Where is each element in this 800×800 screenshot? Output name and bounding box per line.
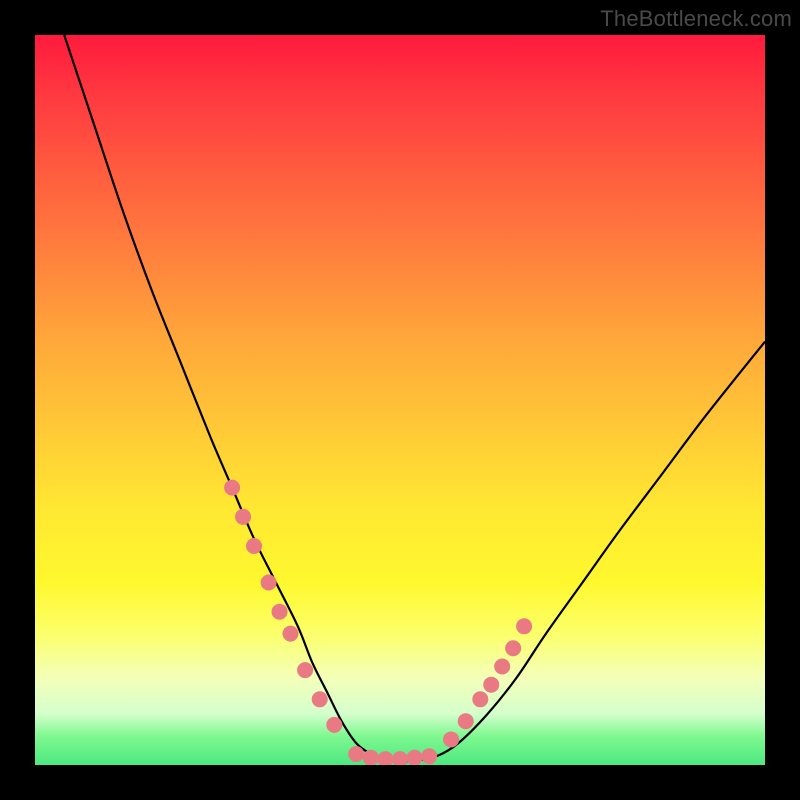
marker-dot [421,748,437,764]
marker-dot [516,618,532,634]
marker-dot [312,691,328,707]
bottleneck-curve [64,35,765,761]
marker-dot [458,713,474,729]
marker-dot [326,717,342,733]
marker-dot [505,640,521,656]
marker-dot [472,691,488,707]
marker-group [224,480,532,765]
marker-dot [297,662,313,678]
marker-dot [377,751,393,765]
marker-dot [483,677,499,693]
marker-dot [363,750,379,765]
marker-dot [246,538,262,554]
marker-dot [407,750,423,765]
chart-svg [35,35,765,765]
marker-dot [494,658,510,674]
watermark-text: TheBottleneck.com [600,6,792,32]
marker-dot [235,509,251,525]
chart-container: TheBottleneck.com [0,0,800,800]
marker-dot [283,626,299,642]
marker-dot [443,731,459,747]
marker-dot [272,604,288,620]
marker-dot [392,751,408,765]
marker-dot [261,575,277,591]
marker-dot [348,746,364,762]
marker-dot [224,480,240,496]
plot-area [35,35,765,765]
